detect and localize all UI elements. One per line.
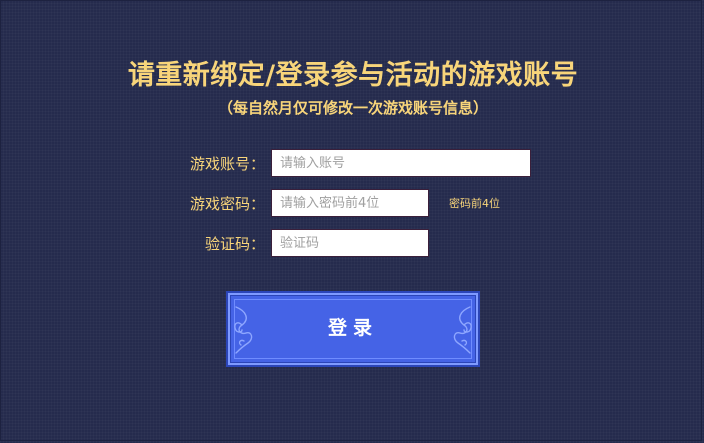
account-label: 游戏账号： bbox=[189, 155, 265, 173]
captcha-row: 验证码： bbox=[1, 229, 704, 259]
account-row: 游戏账号： bbox=[1, 149, 704, 179]
captcha-label: 验证码： bbox=[204, 235, 265, 253]
account-input[interactable] bbox=[271, 149, 531, 177]
login-panel: 请重新绑定/登录参与活动的游戏账号 （每自然月仅可修改一次游戏账号信息） 游戏账… bbox=[0, 0, 702, 441]
password-input[interactable] bbox=[271, 189, 429, 217]
password-row: 游戏密码： 密码前4位 bbox=[1, 189, 704, 219]
page-subtitle: （每自然月仅可修改一次游戏账号信息） bbox=[217, 99, 488, 117]
captcha-input[interactable] bbox=[271, 229, 429, 257]
password-label: 游戏密码： bbox=[189, 195, 265, 213]
login-button-label: 登录 bbox=[327, 318, 378, 339]
password-hint: 密码前4位 bbox=[449, 197, 500, 210]
login-button[interactable]: 登录 bbox=[226, 291, 480, 367]
page-title: 请重新绑定/登录参与活动的游戏账号 bbox=[127, 60, 579, 91]
